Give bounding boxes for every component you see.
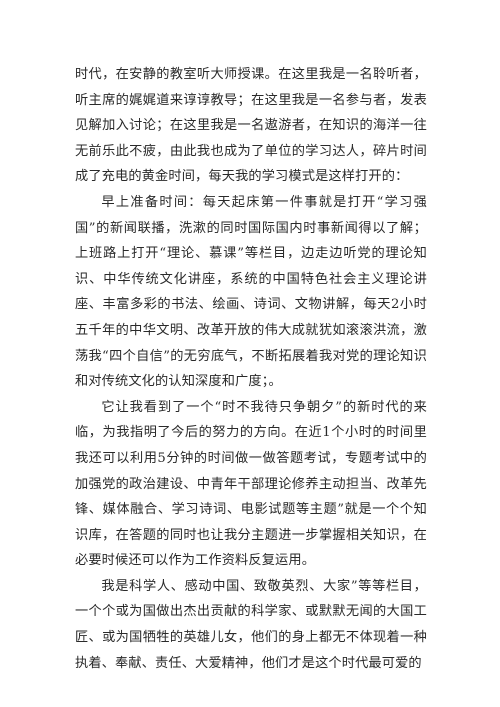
- paragraph-3: 它让我看到了一个“时不我待只争朝夕”的新时代的来临，为我指明了今后的努力的方向。…: [75, 399, 427, 569]
- paragraph-2: 早上准备时间：每天起床第一件事就是打开“学习强国”的新闻联播，洗漱的同时国际国内…: [75, 194, 427, 390]
- paragraph-4: 我是科学人、感动中国、致敬英烈、大家”等等栏目，一个个或为国做出杰出贡献的科学家…: [75, 578, 427, 671]
- document-body: 时代，在安静的教室听大师授课。在这里我是一名聆听者，听主席的娓娓道来谆谆教导；在…: [75, 62, 427, 676]
- paragraph-1: 时代，在安静的教室听大师授课。在这里我是一名聆听者，听主席的娓娓道来谆谆教导；在…: [75, 67, 427, 185]
- document-page: 时代，在安静的教室听大师授课。在这里我是一名聆听者，听主席的娓娓道来谆谆教导；在…: [0, 0, 500, 707]
